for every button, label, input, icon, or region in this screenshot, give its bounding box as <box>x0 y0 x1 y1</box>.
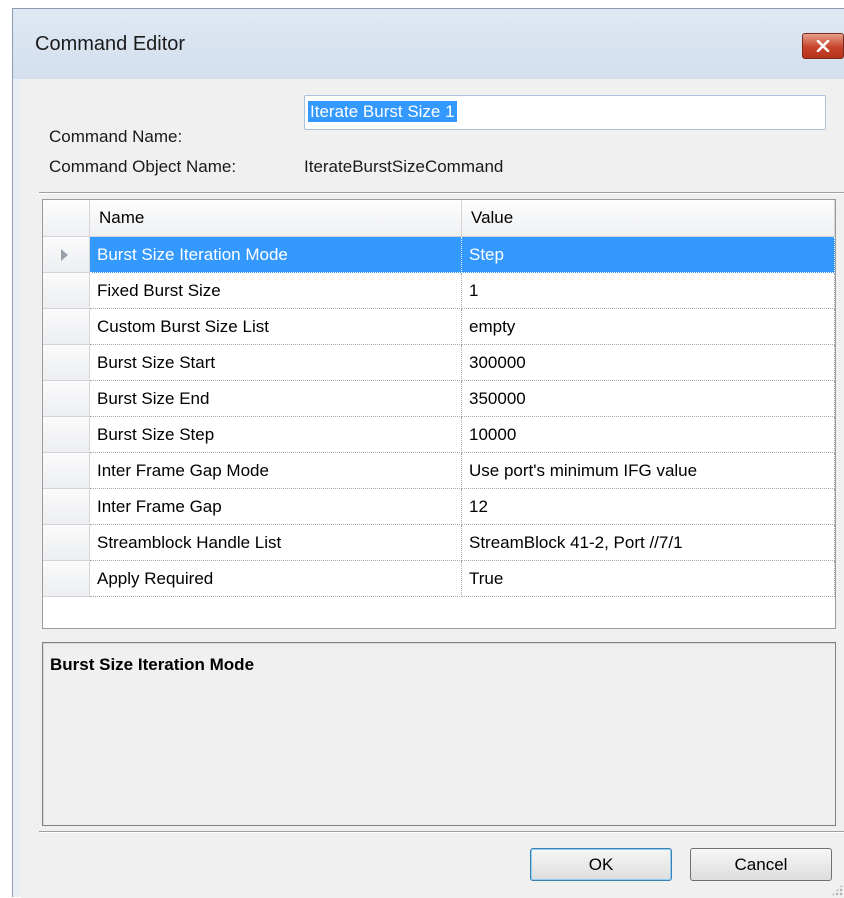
property-value-cell[interactable]: Use port's minimum IFG value <box>462 453 835 489</box>
property-name-cell[interactable]: Inter Frame Gap <box>90 489 462 525</box>
property-value-cell[interactable]: StreamBlock 41-2, Port //7/1 <box>462 525 835 561</box>
dialog-body: Command Name: Iterate Burst Size 1 Comma… <box>21 79 844 898</box>
window-title: Command Editor <box>35 33 186 55</box>
header-corner <box>43 200 90 237</box>
property-name-cell[interactable]: Streamblock Handle List <box>90 525 462 561</box>
property-name-cell[interactable]: Fixed Burst Size <box>90 273 462 309</box>
row-header[interactable] <box>43 561 90 597</box>
property-value-cell[interactable]: empty <box>462 309 835 345</box>
property-name-cell[interactable]: Burst Size Step <box>90 417 462 453</box>
command-object-value: IterateBurstSizeCommand <box>304 157 504 176</box>
row-header[interactable] <box>43 453 90 489</box>
row-header[interactable] <box>43 309 90 345</box>
row-header[interactable] <box>43 345 90 381</box>
table-row[interactable]: Custom Burst Size List empty <box>43 309 835 345</box>
property-grid[interactable]: Name Value Burst Size Iteration Mode Step… <box>42 199 836 629</box>
table-row[interactable]: Fixed Burst Size 1 <box>43 273 835 309</box>
command-name-input[interactable]: Iterate Burst Size 1 <box>304 95 826 130</box>
column-header-value[interactable]: Value <box>462 200 835 237</box>
title-bar[interactable]: Command Editor <box>13 9 844 79</box>
property-value-cell[interactable]: 350000 <box>462 381 835 417</box>
table-row[interactable]: Apply Required True <box>43 561 835 597</box>
row-header[interactable] <box>43 237 90 273</box>
property-value-cell[interactable]: Step <box>462 237 835 273</box>
row-header[interactable] <box>43 273 90 309</box>
current-row-arrow-icon <box>61 249 68 261</box>
grid-rows: Burst Size Iteration Mode Step Fixed Burst… <box>43 237 835 597</box>
close-button[interactable] <box>802 33 844 59</box>
command-object-label: Command Object Name: <box>49 157 237 176</box>
table-row[interactable]: Burst Size End 350000 <box>43 381 835 417</box>
table-row[interactable]: Inter Frame Gap 12 <box>43 489 835 525</box>
property-name-cell[interactable]: Burst Size End <box>90 381 462 417</box>
property-value-cell[interactable]: True <box>462 561 835 597</box>
resize-grip-icon[interactable] <box>831 884 843 896</box>
table-row[interactable]: Streamblock Handle List StreamBlock 41-2,… <box>43 525 835 561</box>
separator <box>39 831 844 833</box>
row-header[interactable] <box>43 525 90 561</box>
property-value-cell[interactable]: 12 <box>462 489 835 525</box>
row-header[interactable] <box>43 489 90 525</box>
table-row[interactable]: Burst Size Start 300000 <box>43 345 835 381</box>
table-row[interactable]: Burst Size Iteration Mode Step <box>43 237 835 273</box>
row-header[interactable] <box>43 417 90 453</box>
property-value-cell[interactable]: 1 <box>462 273 835 309</box>
command-name-label: Command Name: <box>49 127 183 146</box>
grid-header: Name Value <box>43 200 835 237</box>
cancel-button[interactable]: Cancel <box>690 848 832 881</box>
property-name-cell[interactable]: Inter Frame Gap Mode <box>90 453 462 489</box>
command-editor-window: Command Editor Command Name: Iterate Bur… <box>12 8 844 898</box>
property-value-cell[interactable]: 10000 <box>462 417 835 453</box>
command-name-value: Iterate Burst Size 1 <box>308 101 457 122</box>
property-name-cell[interactable]: Apply Required <box>90 561 462 597</box>
close-icon <box>816 40 830 52</box>
property-value-cell[interactable]: 300000 <box>462 345 835 381</box>
column-header-name[interactable]: Name <box>90 200 462 237</box>
table-row[interactable]: Inter Frame Gap Mode Use port's minimum I… <box>43 453 835 489</box>
ok-button[interactable]: OK <box>530 848 672 881</box>
table-row[interactable]: Burst Size Step 10000 <box>43 417 835 453</box>
row-header[interactable] <box>43 381 90 417</box>
property-name-cell[interactable]: Burst Size Start <box>90 345 462 381</box>
property-name-cell[interactable]: Custom Burst Size List <box>90 309 462 345</box>
description-title: Burst Size Iteration Mode <box>50 655 255 674</box>
property-name-cell[interactable]: Burst Size Iteration Mode <box>90 237 462 273</box>
separator <box>39 192 844 194</box>
description-panel: Burst Size Iteration Mode <box>42 642 836 826</box>
